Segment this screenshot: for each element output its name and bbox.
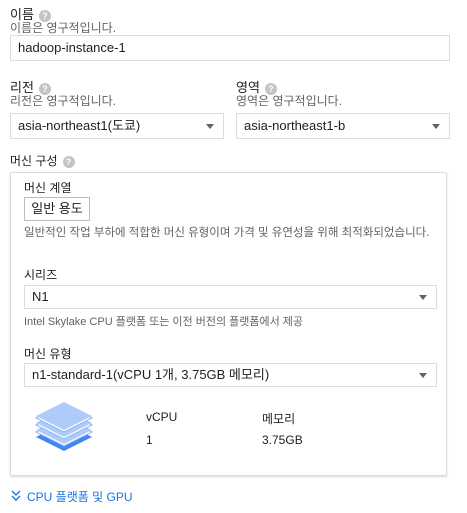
machine-type-select[interactable]: n1-standard-1(vCPU 1개, 3.75GB 메모리): [24, 363, 437, 387]
vcpu-header: vCPU: [146, 410, 178, 424]
machine-config-label: 머신 구성: [10, 154, 58, 168]
machine-family-label: 머신 계열: [24, 181, 72, 195]
series-description: Intel Skylake CPU 플랫폼 또는 이전 버전의 플랫폼에서 제공: [24, 316, 304, 328]
dropdown-caret-icon: [432, 124, 440, 129]
double-chevron-down-icon: [11, 490, 21, 501]
machine-config-panel: 머신 계열 일반 용도 일반적인 작업 부하에 적합한 머신 유형이며 가격 및…: [10, 172, 447, 476]
zone-select[interactable]: asia-northeast1-b: [236, 113, 450, 139]
series-label: 시리즈: [24, 268, 58, 282]
zone-value: asia-northeast1-b: [244, 118, 346, 133]
machine-type-label: 머신 유형: [24, 347, 72, 361]
machine-type-value: n1-standard-1(vCPU 1개, 3.75GB 메모리): [32, 367, 270, 382]
help-circle-icon[interactable]: ?: [62, 155, 75, 168]
layers-stack-icon: [34, 402, 94, 451]
region-select[interactable]: asia-northeast1(도쿄): [10, 113, 224, 139]
series-value: N1: [32, 289, 49, 304]
cpu-platform-gpu-link[interactable]: CPU 플랫폼 및 GPU: [27, 488, 133, 505]
region-hint: 리전은 영구적입니다.: [10, 94, 117, 108]
dropdown-caret-icon: [419, 295, 427, 300]
dropdown-caret-icon: [419, 373, 427, 378]
dropdown-caret-icon: [206, 124, 214, 129]
name-hint: 이름은 영구적입니다.: [10, 21, 117, 35]
name-input[interactable]: hadoop-instance-1: [10, 35, 450, 61]
machine-config-label-row: 머신 구성?: [10, 152, 75, 169]
series-select[interactable]: N1: [24, 285, 437, 309]
family-general-purpose-button[interactable]: 일반 용도: [24, 197, 90, 221]
machine-family-description: 일반적인 작업 부하에 적합한 머신 유형이며 가격 및 유연성을 위해 최적화…: [24, 227, 430, 239]
memory-header: 메모리: [262, 412, 296, 426]
region-value: asia-northeast1(도쿄): [18, 118, 141, 133]
memory-value: 3.75GB: [262, 433, 303, 447]
zone-hint: 영역은 영구적입니다.: [236, 94, 343, 108]
vcpu-value: 1: [146, 433, 153, 447]
